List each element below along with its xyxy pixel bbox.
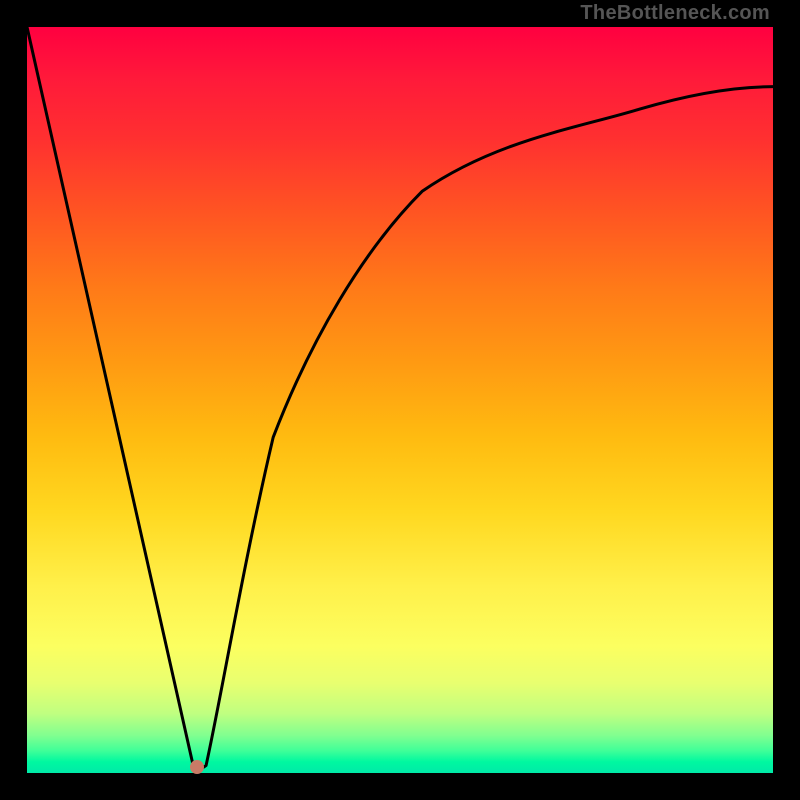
bottleneck-curve	[27, 27, 773, 773]
plot-area	[27, 27, 773, 773]
attribution-watermark: TheBottleneck.com	[580, 2, 770, 25]
vertex-marker	[190, 760, 204, 774]
chart-container: TheBottleneck.com	[0, 0, 800, 800]
curve-path	[27, 27, 773, 773]
